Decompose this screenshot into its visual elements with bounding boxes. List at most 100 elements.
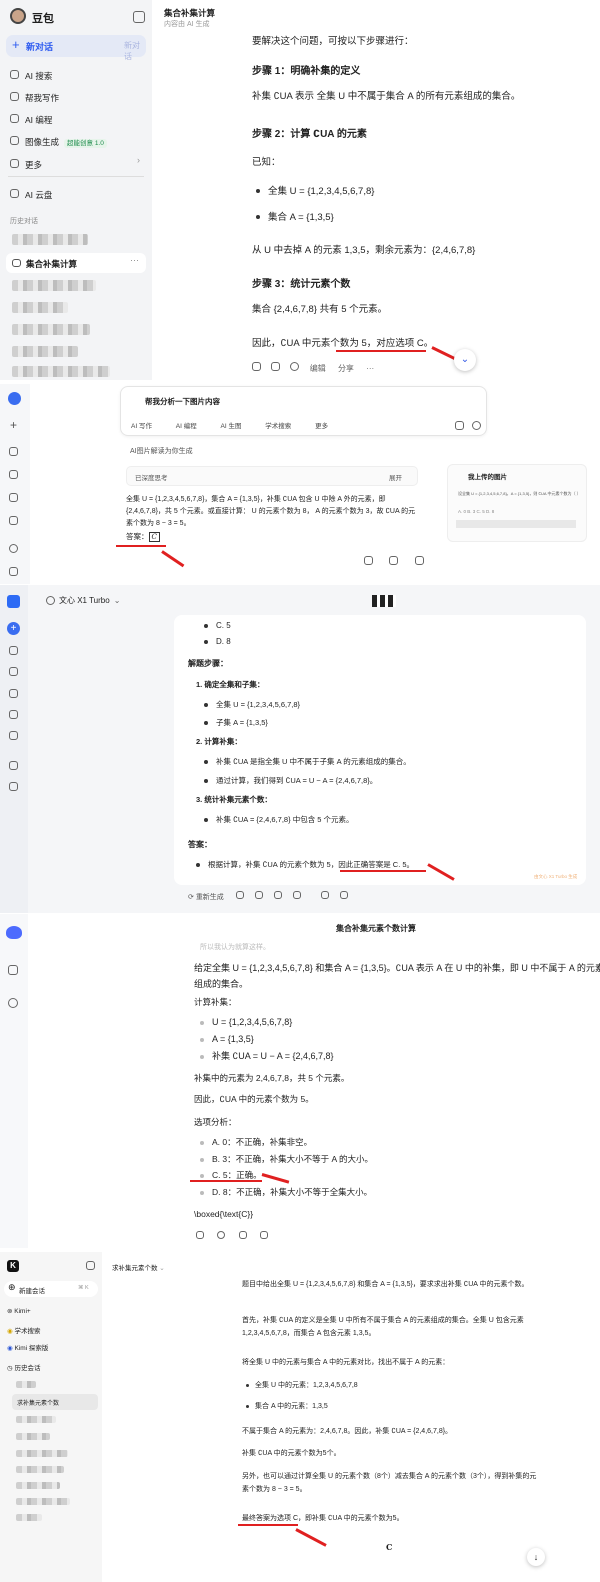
- thinking-bar[interactable]: 已深度思考 展开: [126, 466, 418, 486]
- whale-logo-icon: [6, 926, 22, 939]
- save-icon[interactable]: [273, 891, 282, 899]
- copy-icon[interactable]: [196, 1231, 204, 1239]
- history-item[interactable]: [12, 302, 68, 313]
- new-chat-button[interactable]: ⊕ 新建会话 ⌘ K: [4, 1281, 98, 1297]
- history-item-active[interactable]: 求补集元素个数: [12, 1394, 98, 1410]
- history-item[interactable]: [12, 324, 90, 335]
- new-chat-icon[interactable]: +: [7, 622, 20, 635]
- more-icon[interactable]: ···: [366, 364, 374, 373]
- deepseek-action-bar: [196, 1226, 269, 1244]
- option-text: C. 5: [216, 621, 231, 630]
- answer-a: 根据计算，补集 ∁UA 的元素个数为 5，: [208, 860, 339, 869]
- history-item[interactable]: [16, 1381, 36, 1388]
- history-item[interactable]: [16, 1450, 68, 1457]
- highlight-underline: [190, 1180, 262, 1182]
- thumbs-up-icon[interactable]: [320, 891, 329, 899]
- thumbs-up-icon[interactable]: [389, 556, 399, 565]
- sidebar-item-kimi-plus[interactable]: ⊚ Kimi+: [7, 1307, 31, 1315]
- copy-icon[interactable]: [271, 362, 281, 371]
- input-box[interactable]: 帮我分析一下图片内容 AI 写作 AI 编程 AI 生图 学术搜索 更多: [120, 386, 487, 436]
- nav-label: 学术搜索: [14, 1328, 41, 1335]
- sidebar-item-coding[interactable]: AI 编程: [10, 110, 52, 128]
- chip-writing[interactable]: AI 写作: [131, 423, 152, 430]
- clock-icon[interactable]: [9, 544, 18, 553]
- copy-icon[interactable]: [254, 891, 263, 899]
- wenxin-panel: + 文心 X1 Turbo ⌄ C. 5 D. 8 解题步骤： 1. 确定全集和子…: [0, 585, 600, 913]
- history-item[interactable]: [16, 1433, 50, 1440]
- search-icon[interactable]: [472, 421, 481, 430]
- share-icon[interactable]: [292, 891, 301, 899]
- image-icon[interactable]: [9, 470, 18, 479]
- chip-more[interactable]: 更多: [315, 423, 328, 430]
- thumbs-down-icon[interactable]: [414, 556, 424, 565]
- sidebar-item-more[interactable]: 更多 ›: [10, 155, 140, 173]
- history-item[interactable]: [16, 1498, 70, 1505]
- watermark: 由文心 X1 Turbo 生成: [534, 874, 578, 879]
- edit-icon[interactable]: [9, 710, 18, 719]
- sidebar-item-ai-search[interactable]: AI 搜索: [10, 66, 52, 84]
- doc-icon[interactable]: [9, 493, 18, 502]
- history-item[interactable]: [12, 234, 88, 245]
- model-selector[interactable]: 文心 X1 Turbo ⌄: [46, 595, 120, 606]
- chat-header[interactable]: 求补集元素个数 ⌄: [112, 1262, 165, 1272]
- table-icon[interactable]: [9, 731, 18, 740]
- new-chat-label: 新建会话: [19, 1288, 45, 1295]
- page-icon[interactable]: [9, 689, 18, 698]
- divider: [8, 176, 144, 177]
- edit-button[interactable]: 编辑: [310, 364, 326, 373]
- speaker-icon[interactable]: [235, 891, 244, 899]
- sidebar-icon[interactable]: [8, 965, 18, 975]
- refresh-icon[interactable]: [217, 1231, 226, 1239]
- sidebar-toggle-icon[interactable]: [86, 1261, 95, 1270]
- sidebar-item-writing[interactable]: 帮我写作: [10, 88, 59, 106]
- expand-toggle[interactable]: 展开: [389, 472, 402, 482]
- history-item[interactable]: [16, 1466, 64, 1473]
- option-text: A. 0：不正确，补集非空。: [212, 1137, 313, 1147]
- search-icon: [10, 70, 19, 79]
- chip-academic[interactable]: 学术搜索: [265, 423, 291, 430]
- chat-icon[interactable]: [9, 761, 18, 770]
- new-chat-button[interactable]: + 新对话 新对话: [6, 35, 146, 61]
- chip-coding[interactable]: AI 编程: [176, 423, 197, 430]
- kimi-sidebar: K ⊕ 新建会话 ⌘ K ⊚ Kimi+ ◉ 学术搜索 ◉ Kimi 探索版 ◷…: [0, 1252, 102, 1582]
- sidebar-item-image[interactable]: 图像生成 超能创意 1.0: [10, 132, 107, 150]
- history-item[interactable]: [16, 1416, 56, 1423]
- conclusion-b: 对应选项 C。: [376, 338, 434, 349]
- more-dots-icon[interactable]: ···: [130, 255, 139, 265]
- new-chat-icon[interactable]: [8, 998, 18, 1008]
- share-button[interactable]: 分享: [338, 364, 354, 373]
- pen-icon[interactable]: [9, 447, 18, 456]
- ai-hint: AI图片解读为你生成: [130, 448, 193, 455]
- pen-icon[interactable]: [9, 646, 18, 655]
- copy-icon[interactable]: [364, 556, 373, 565]
- history-item[interactable]: [12, 366, 110, 377]
- sidebar-item-explore[interactable]: ◉ Kimi 探索版: [7, 1342, 48, 1352]
- sidebar-toggle-icon[interactable]: [133, 11, 145, 23]
- history-item[interactable]: [12, 346, 78, 357]
- scroll-down-button[interactable]: ↓: [527, 1548, 545, 1566]
- bookmark-icon[interactable]: [9, 567, 18, 576]
- thumbs-down-icon[interactable]: [339, 891, 348, 899]
- history-item-active[interactable]: 集合补集计算 ···: [6, 253, 146, 273]
- history-item[interactable]: [16, 1514, 42, 1521]
- regenerate-button[interactable]: ⟳ 重新生成: [188, 894, 224, 901]
- option-text: D. 8: [216, 637, 231, 646]
- apps-icon[interactable]: [9, 782, 18, 791]
- history-item[interactable]: [16, 1482, 60, 1489]
- tools-icon[interactable]: [9, 516, 18, 525]
- sidebar-item-cloud[interactable]: AI 云盘: [10, 185, 52, 203]
- new-chat-label: 新对话: [26, 42, 54, 52]
- thumbs-down-icon[interactable]: [260, 1231, 269, 1239]
- scroll-down-button[interactable]: ⌄: [454, 349, 476, 371]
- speaker-icon[interactable]: [252, 362, 261, 371]
- history-item[interactable]: [12, 280, 96, 291]
- image-upload-icon[interactable]: [455, 421, 464, 430]
- refresh-icon[interactable]: [290, 362, 300, 371]
- kimi-bullet: 全集 U 中的元素：1,2,3,4,5,6,7,8: [246, 1378, 358, 1393]
- chip-image[interactable]: AI 生图: [221, 423, 242, 430]
- step-2b: 通过计算，我们得到 ∁UA = U − A = {2,4,6,7,8}。: [204, 773, 377, 788]
- thumbs-up-icon[interactable]: [238, 1231, 247, 1239]
- plus-icon[interactable]: +: [10, 418, 17, 432]
- doc-icon[interactable]: [9, 667, 18, 676]
- sidebar-item-academic[interactable]: ◉ 学术搜索: [7, 1325, 40, 1335]
